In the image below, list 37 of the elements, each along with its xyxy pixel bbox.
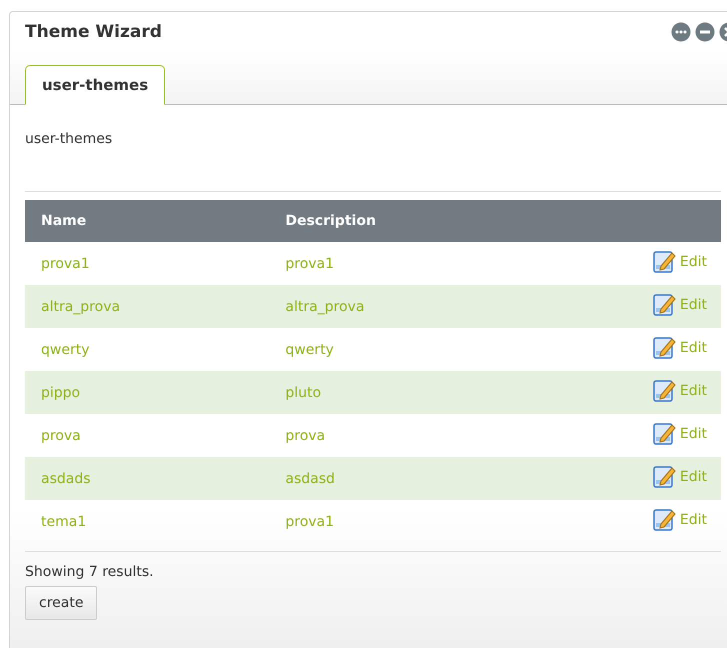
edit-icon [652, 465, 676, 488]
table-cell: prova1 [269, 500, 544, 543]
column-header: Description [269, 200, 544, 242]
tab[interactable]: user-themes [25, 65, 166, 105]
window-title: Theme Wizard [25, 22, 162, 42]
edit-link[interactable]: Edit [652, 250, 707, 273]
table-cell: tema1 [25, 500, 270, 543]
table-cell: altra_prova [25, 285, 270, 328]
edit-icon [652, 336, 676, 359]
edit-link[interactable]: Edit [652, 293, 707, 316]
edit-link[interactable]: Edit [652, 336, 707, 359]
edit-link[interactable]: Edit [652, 465, 707, 488]
edit-link[interactable]: Edit [652, 379, 707, 402]
create-button[interactable]: create [25, 586, 98, 620]
table-cell: altra_prova [269, 285, 544, 328]
edit-icon [652, 250, 676, 273]
table-cell: qwerty [269, 328, 544, 371]
edit-link[interactable]: Edit [652, 422, 707, 445]
edit-icon [652, 293, 676, 316]
minimize-icon[interactable] [695, 22, 715, 42]
table-cell: asdasd [269, 457, 544, 500]
more-icon[interactable] [671, 22, 691, 42]
edit-icon [652, 422, 676, 445]
table-cell: qwerty [25, 328, 270, 371]
table-cell: prova1 [269, 242, 544, 285]
table-cell: prova [269, 414, 544, 457]
table-cell: pluto [269, 371, 544, 414]
table-cell: prova [25, 414, 270, 457]
column-header: Name [25, 200, 270, 242]
edit-icon [652, 379, 676, 402]
edit-icon [652, 508, 676, 531]
table-cell: prova1 [25, 242, 270, 285]
table-cell: asdads [25, 457, 270, 500]
section-heading: user-themes [25, 131, 114, 149]
table-cell: pippo [25, 371, 270, 414]
results-count: Showing 7 results. [25, 564, 155, 580]
edit-link[interactable]: Edit [652, 508, 707, 531]
